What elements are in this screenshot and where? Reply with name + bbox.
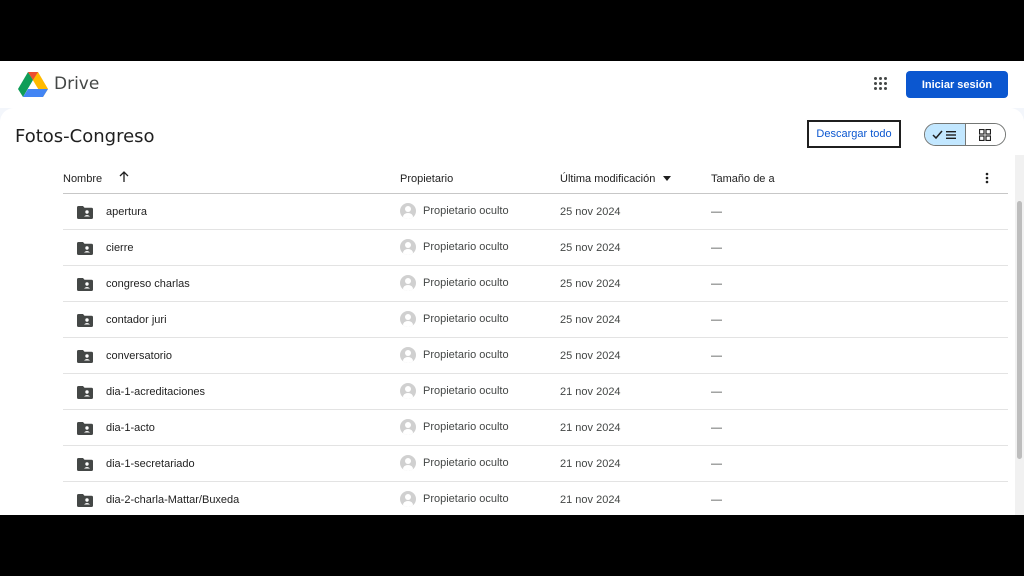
scrollbar[interactable] [1015,155,1024,515]
google-drive-logo[interactable] [18,71,48,98]
avatar-icon [400,311,416,327]
avatar-icon [400,419,416,435]
owner-name: Propietario oculto [423,205,509,217]
file-name: congreso charlas [106,278,190,290]
modified-date: 25 nov 2024 [560,278,621,290]
file-size: — [711,386,722,398]
file-name: apertura [106,206,147,218]
owner-cell: Propietario oculto [400,239,509,255]
owner-cell: Propietario oculto [400,491,509,507]
file-size: — [711,350,722,362]
file-name: dia-1-acto [106,422,155,434]
grid-view-button[interactable] [965,124,1005,145]
brand-name: Drive [54,74,100,94]
shared-folder-icon [77,242,93,255]
file-name: dia-1-acreditaciones [106,386,206,398]
owner-name: Propietario oculto [423,421,509,433]
caret-down-icon[interactable] [663,176,671,181]
avatar-icon [400,491,416,507]
grid-icon [979,128,992,141]
file-size: — [711,206,722,218]
owner-cell: Propietario oculto [400,275,509,291]
shared-folder-icon [77,386,93,399]
owner-name: Propietario oculto [423,241,509,253]
folder-title: Fotos-Congreso [15,126,155,147]
file-table: Nombre Propietario Última modificación T… [63,163,1008,515]
table-row[interactable]: dia-1-acto Propietario oculto 21 nov 202… [63,410,1008,446]
modified-date: 25 nov 2024 [560,314,621,326]
owner-cell: Propietario oculto [400,203,509,219]
file-size: — [711,458,722,470]
main-panel: Fotos-Congreso Descargar todo Nombre Pro… [0,108,1024,515]
apps-grid-icon[interactable] [874,77,888,91]
table-row[interactable]: cierre Propietario oculto 25 nov 2024 — [63,230,1008,266]
modified-date: 25 nov 2024 [560,206,621,218]
check-list-icon [932,130,956,139]
owner-cell: Propietario oculto [400,311,509,327]
table-row[interactable]: contador juri Propietario oculto 25 nov … [63,302,1008,338]
avatar-icon [400,275,416,291]
list-view-button[interactable] [925,124,966,145]
avatar-icon [400,347,416,363]
file-size: — [711,422,722,434]
column-modified[interactable]: Última modificación [560,173,655,185]
owner-name: Propietario oculto [423,277,509,289]
table-header: Nombre Propietario Última modificación T… [63,163,1008,194]
column-owner[interactable]: Propietario [400,173,453,185]
file-name: dia-2-charla-Mattar/Buxeda [106,494,240,506]
download-all-button[interactable]: Descargar todo [807,120,901,148]
owner-cell: Propietario oculto [400,455,509,471]
shared-folder-icon [77,314,93,327]
table-row[interactable]: dia-1-secretariado Propietario oculto 21… [63,446,1008,482]
top-bar: Drive Iniciar sesión [0,61,1024,108]
modified-date: 21 nov 2024 [560,386,621,398]
owner-name: Propietario oculto [423,313,509,325]
modified-date: 25 nov 2024 [560,242,621,254]
avatar-icon [400,455,416,471]
owner-name: Propietario oculto [423,457,509,469]
table-row[interactable]: congreso charlas Propietario oculto 25 n… [63,266,1008,302]
more-vert-icon[interactable] [985,172,989,184]
scroll-thumb[interactable] [1017,201,1022,459]
arrow-up-icon[interactable] [119,171,129,183]
view-toggle [924,123,1006,146]
shared-folder-icon [77,206,93,219]
shared-folder-icon [77,422,93,435]
table-row[interactable]: dia-2-charla-Mattar/Buxeda Propietario o… [63,482,1008,515]
owner-name: Propietario oculto [423,385,509,397]
file-size: — [711,494,722,506]
table-row[interactable]: conversatorio Propietario oculto 25 nov … [63,338,1008,374]
file-name: contador juri [106,314,167,326]
shared-folder-icon [77,350,93,363]
file-name: cierre [106,242,134,254]
avatar-icon [400,203,416,219]
modified-date: 21 nov 2024 [560,422,621,434]
modified-date: 21 nov 2024 [560,494,621,506]
file-size: — [711,314,722,326]
shared-folder-icon [77,278,93,291]
table-row[interactable]: dia-1-acreditaciones Propietario oculto … [63,374,1008,410]
file-name: dia-1-secretariado [106,458,195,470]
modified-date: 21 nov 2024 [560,458,621,470]
avatar-icon [400,383,416,399]
owner-cell: Propietario oculto [400,347,509,363]
owner-name: Propietario oculto [423,349,509,361]
avatar-icon [400,239,416,255]
column-name[interactable]: Nombre [63,173,102,185]
owner-cell: Propietario oculto [400,419,509,435]
file-size: — [711,278,722,290]
owner-cell: Propietario oculto [400,383,509,399]
table-row[interactable]: apertura Propietario oculto 25 nov 2024 … [63,194,1008,230]
signin-button[interactable]: Iniciar sesión [906,71,1008,98]
shared-folder-icon [77,458,93,471]
column-size[interactable]: Tamaño de a [711,173,775,185]
browser-viewport: Drive Iniciar sesión Fotos-Congreso Desc… [0,61,1024,515]
shared-folder-icon [77,494,93,507]
file-size: — [711,242,722,254]
file-name: conversatorio [106,350,173,362]
owner-name: Propietario oculto [423,493,509,505]
modified-date: 25 nov 2024 [560,350,621,362]
